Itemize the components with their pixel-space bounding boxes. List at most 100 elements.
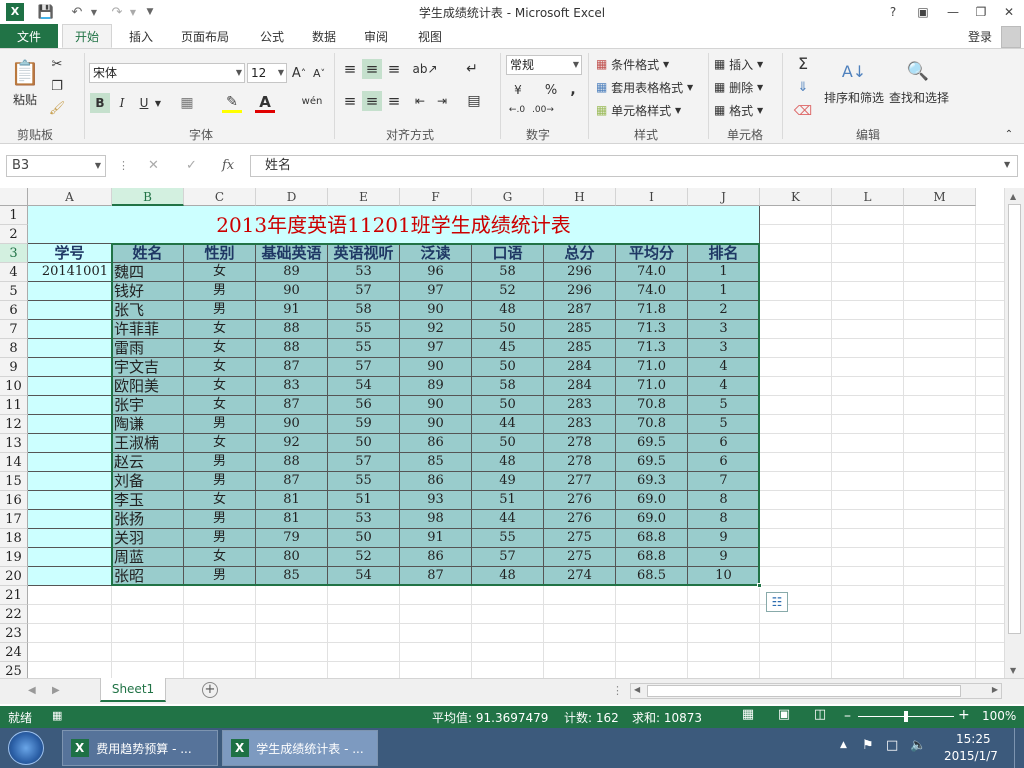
zoom-level[interactable]: 100% bbox=[982, 709, 1016, 723]
row-header[interactable]: 19 bbox=[0, 548, 28, 567]
score-cell[interactable]: 83 bbox=[256, 377, 328, 396]
score-cell[interactable]: 74.0 bbox=[616, 263, 688, 282]
vertical-scrollbar[interactable]: ▲ ▼ bbox=[1004, 188, 1024, 678]
score-cell[interactable]: 86 bbox=[400, 548, 472, 567]
decrease-indent-icon[interactable]: ⇤ bbox=[410, 91, 430, 111]
score-cell[interactable]: 70.8 bbox=[616, 396, 688, 415]
score-cell[interactable]: 男 bbox=[184, 301, 256, 320]
student-name-cell[interactable]: 张飞 bbox=[112, 301, 184, 320]
student-id-cell[interactable] bbox=[28, 301, 112, 320]
score-cell[interactable]: 50 bbox=[328, 434, 400, 453]
table-header-cell[interactable]: 姓名 bbox=[112, 244, 184, 263]
student-name-cell[interactable]: 刘备 bbox=[112, 472, 184, 491]
column-header-h[interactable]: H bbox=[544, 188, 616, 206]
delete-cells-button[interactable]: ▦ 删除 ▼ bbox=[714, 78, 784, 96]
score-cell[interactable]: 87 bbox=[256, 358, 328, 377]
score-cell[interactable]: 52 bbox=[472, 282, 544, 301]
student-id-cell[interactable] bbox=[28, 567, 112, 586]
score-cell[interactable]: 49 bbox=[472, 472, 544, 491]
score-cell[interactable]: 69.5 bbox=[616, 453, 688, 472]
row-header[interactable]: 18 bbox=[0, 529, 28, 548]
score-cell[interactable]: 90 bbox=[400, 396, 472, 415]
score-cell[interactable]: 44 bbox=[472, 510, 544, 529]
score-cell[interactable]: 68.8 bbox=[616, 529, 688, 548]
table-header-cell[interactable]: 学号 bbox=[28, 244, 112, 263]
user-avatar[interactable] bbox=[1001, 26, 1021, 48]
scroll-down-icon[interactable]: ▼ bbox=[1010, 666, 1016, 675]
student-name-cell[interactable]: 魏四 bbox=[112, 263, 184, 282]
quick-analysis-icon[interactable]: ☷ bbox=[766, 592, 788, 612]
score-cell[interactable]: 女 bbox=[184, 548, 256, 567]
zoom-slider-thumb[interactable] bbox=[904, 711, 908, 722]
score-cell[interactable]: 女 bbox=[184, 396, 256, 415]
score-cell[interactable]: 7 bbox=[688, 472, 760, 491]
student-id-cell[interactable] bbox=[28, 453, 112, 472]
column-header-i[interactable]: I bbox=[616, 188, 688, 206]
score-cell[interactable]: 278 bbox=[544, 434, 616, 453]
phonetic-button[interactable]: wén bbox=[298, 91, 326, 111]
student-id-cell[interactable] bbox=[28, 377, 112, 396]
score-cell[interactable]: 91 bbox=[400, 529, 472, 548]
column-header-c[interactable]: C bbox=[184, 188, 256, 206]
tab-review[interactable]: 审阅 bbox=[354, 24, 398, 48]
score-cell[interactable]: 51 bbox=[328, 491, 400, 510]
score-cell[interactable]: 278 bbox=[544, 453, 616, 472]
row-header[interactable]: 16 bbox=[0, 491, 28, 510]
table-header-cell[interactable]: 泛读 bbox=[400, 244, 472, 263]
worksheet-grid[interactable]: A B C D E F G H I J K L M 1 2 3 4 5 6 7 8 9 10 11 12 13 14 15 16 17 18… bbox=[0, 188, 1004, 678]
score-cell[interactable]: 55 bbox=[328, 339, 400, 358]
close-icon[interactable]: ✕ bbox=[996, 2, 1022, 22]
increase-indent-icon[interactable]: ⇥ bbox=[432, 91, 452, 111]
score-cell[interactable]: 92 bbox=[400, 320, 472, 339]
row-header[interactable]: 3 bbox=[0, 244, 28, 263]
score-cell[interactable]: 3 bbox=[688, 320, 760, 339]
column-header-b[interactable]: B bbox=[112, 188, 184, 206]
score-cell[interactable]: 57 bbox=[328, 453, 400, 472]
score-cell[interactable]: 71.0 bbox=[616, 377, 688, 396]
tab-view[interactable]: 视图 bbox=[408, 24, 452, 48]
tab-formulas[interactable]: 公式 bbox=[250, 24, 294, 48]
help-button[interactable]: ? bbox=[880, 2, 906, 22]
score-cell[interactable]: 287 bbox=[544, 301, 616, 320]
score-cell[interactable]: 5 bbox=[688, 415, 760, 434]
score-cell[interactable]: 59 bbox=[328, 415, 400, 434]
zoom-out-icon[interactable]: – bbox=[844, 708, 851, 724]
row-header[interactable]: 10 bbox=[0, 377, 28, 396]
underline-dropdown-icon[interactable]: ▼ bbox=[153, 93, 163, 113]
network-icon[interactable]: □ bbox=[886, 738, 898, 753]
score-cell[interactable]: 57 bbox=[328, 358, 400, 377]
student-name-cell[interactable]: 张宇 bbox=[112, 396, 184, 415]
score-cell[interactable]: 91 bbox=[256, 301, 328, 320]
formula-input[interactable]: 姓名 bbox=[250, 155, 1018, 177]
insert-function-button[interactable]: fx bbox=[222, 158, 234, 173]
score-cell[interactable]: 54 bbox=[328, 377, 400, 396]
score-cell[interactable]: 89 bbox=[256, 263, 328, 282]
format-painter-icon[interactable]: 🖌 bbox=[48, 99, 66, 117]
score-cell[interactable]: 48 bbox=[472, 301, 544, 320]
score-cell[interactable]: 92 bbox=[256, 434, 328, 453]
score-cell[interactable]: 90 bbox=[400, 415, 472, 434]
score-cell[interactable]: 55 bbox=[328, 472, 400, 491]
score-cell[interactable]: 6 bbox=[688, 434, 760, 453]
score-cell[interactable]: 283 bbox=[544, 396, 616, 415]
score-cell[interactable]: 50 bbox=[472, 358, 544, 377]
taskbar-item-expense[interactable]: X 费用趋势预算 - ... bbox=[62, 730, 218, 766]
table-header-cell[interactable]: 口语 bbox=[472, 244, 544, 263]
font-size-select[interactable]: 12 ▼ bbox=[247, 63, 287, 83]
score-cell[interactable]: 9 bbox=[688, 548, 760, 567]
comma-button[interactable]: , bbox=[566, 81, 580, 99]
row-header[interactable]: 11 bbox=[0, 396, 28, 415]
score-cell[interactable]: 98 bbox=[400, 510, 472, 529]
score-cell[interactable]: 44 bbox=[472, 415, 544, 434]
align-bottom-icon[interactable]: ≡ bbox=[384, 59, 404, 79]
increase-font-icon[interactable]: A ˄ bbox=[291, 63, 307, 83]
row-header[interactable]: 12 bbox=[0, 415, 28, 434]
row-header[interactable]: 2 bbox=[0, 225, 28, 244]
score-cell[interactable]: 57 bbox=[472, 548, 544, 567]
score-cell[interactable]: 53 bbox=[328, 510, 400, 529]
score-cell[interactable]: 285 bbox=[544, 320, 616, 339]
sort-filter-icon[interactable]: A↓ bbox=[834, 55, 874, 87]
tab-home[interactable]: 开始 bbox=[62, 24, 112, 48]
student-id-cell[interactable] bbox=[28, 529, 112, 548]
fill-icon[interactable]: ⇓ bbox=[788, 77, 818, 97]
